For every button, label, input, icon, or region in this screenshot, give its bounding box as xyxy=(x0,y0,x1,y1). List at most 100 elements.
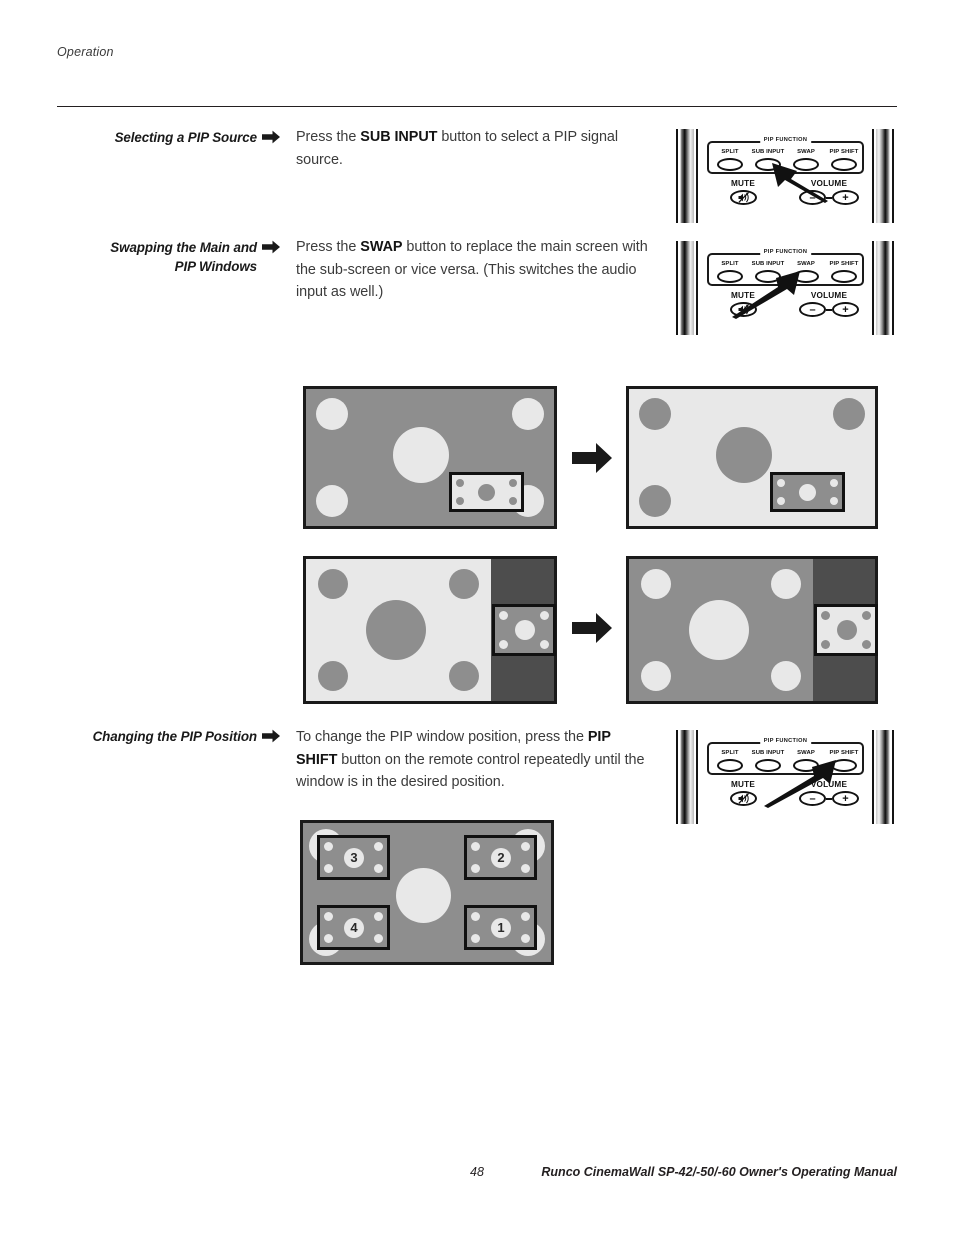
pip-shift-button-oval[interactable] xyxy=(831,269,857,283)
pip-dot-top-left xyxy=(456,479,464,487)
flow-arrow-row-1-icon xyxy=(572,443,612,473)
section-3-bullet-arrow-icon xyxy=(262,729,280,743)
screen-dot-bottom-right xyxy=(449,661,479,691)
remote-button-split[interactable]: SPLIT xyxy=(711,261,749,283)
volume-up-button[interactable]: + xyxy=(832,791,859,806)
pip-inset-window xyxy=(449,472,524,512)
mute-button-oval[interactable] xyxy=(729,302,757,317)
split-button-oval[interactable] xyxy=(717,758,743,772)
remote-left-rail xyxy=(680,129,694,223)
section-3-heading: Changing the PIP Position xyxy=(92,729,257,744)
remote-button-pip-shift[interactable]: PIP SHIFT xyxy=(825,261,863,283)
volume-down-button[interactable]: – xyxy=(799,791,826,806)
pip-dot-bottom-left xyxy=(471,864,480,873)
sub-input-button-oval[interactable] xyxy=(755,269,781,283)
pip-dot-top-right xyxy=(830,479,838,487)
remote-control-diagram-swap: PIP FUNCTION SPLIT SUB INPUT SWAP PIP SH… xyxy=(676,241,894,335)
pip-dot-top-right xyxy=(374,912,383,921)
remote-volume-block[interactable]: VOLUME – + xyxy=(794,179,864,205)
remote-face: PIP FUNCTION SPLIT SUB INPUT SWAP PIP SH… xyxy=(702,730,868,824)
remote-button-split[interactable]: SPLIT xyxy=(711,750,749,772)
speaker-mute-icon xyxy=(738,793,749,804)
sub-input-button-oval[interactable] xyxy=(755,758,781,772)
screen-dot-center xyxy=(716,427,772,483)
split-button-oval[interactable] xyxy=(717,269,743,283)
split-illustration-before xyxy=(303,556,557,704)
remote-right-rail xyxy=(876,241,890,335)
remote-button-sub-input[interactable]: SUB INPUT xyxy=(749,750,787,772)
pip-dot-top-right xyxy=(509,479,517,487)
section-1-heading: Selecting a PIP Source xyxy=(114,130,258,145)
volume-down-button[interactable]: – xyxy=(799,190,826,205)
pip-position-window-1[interactable]: 1 xyxy=(464,905,537,950)
remote-button-sub-input[interactable]: SUB INPUT xyxy=(749,149,787,171)
pip-dot-center xyxy=(837,620,857,640)
screen-dot-top-left xyxy=(318,569,348,599)
pip-dot-top-right xyxy=(862,611,871,620)
pip-dot-top-left xyxy=(324,842,333,851)
remote-control-diagram-pip-shift: PIP FUNCTION SPLIT SUB INPUT SWAP PIP SH… xyxy=(676,730,894,824)
remote-face: PIP FUNCTION SPLIT SUB INPUT SWAP PIP SH… xyxy=(702,241,868,335)
pip-dot-top-left xyxy=(777,479,785,487)
swap-button-oval[interactable] xyxy=(793,758,819,772)
screen-dot-center xyxy=(393,427,449,483)
swap-button-oval[interactable] xyxy=(793,157,819,171)
sub-input-button-oval[interactable] xyxy=(755,157,781,171)
remote-mute-block[interactable]: MUTE xyxy=(720,291,766,317)
remote-left-edge xyxy=(676,730,678,824)
pip-position-illustration: 3 2 4 1 xyxy=(300,820,554,965)
remote-button-pip-shift[interactable]: PIP SHIFT xyxy=(825,750,863,772)
remote-volume-block[interactable]: VOLUME – + xyxy=(794,291,864,317)
remote-left-rail xyxy=(680,241,694,335)
pip-function-group: PIP FUNCTION SPLIT SUB INPUT SWAP PIP SH… xyxy=(707,137,864,174)
pip-dot-top-right xyxy=(374,842,383,851)
pip-dot-bottom-right xyxy=(521,864,530,873)
screen-dot-top-left xyxy=(641,569,671,599)
section-2-heading: Swapping the Main and PIP Windows xyxy=(57,238,257,276)
screen-dot-top-right xyxy=(833,398,865,430)
remote-left-edge xyxy=(676,241,678,335)
volume-up-button[interactable]: + xyxy=(832,190,859,205)
flow-arrow-row-2-icon xyxy=(572,613,612,643)
swap-button-oval[interactable] xyxy=(793,269,819,283)
mute-button-oval[interactable] xyxy=(729,791,757,806)
remote-mute-block[interactable]: MUTE xyxy=(720,780,766,806)
mute-button-oval[interactable] xyxy=(729,190,757,205)
volume-down-button[interactable]: – xyxy=(799,302,826,317)
remote-button-swap[interactable]: SWAP xyxy=(787,261,825,283)
pip-shift-button-oval[interactable] xyxy=(831,157,857,171)
remote-right-edge xyxy=(892,730,894,824)
pip-dot-top-right xyxy=(521,842,530,851)
split-illustration-after xyxy=(626,556,878,704)
remote-right-inner-edge xyxy=(872,730,874,824)
pip-dot-bottom-left xyxy=(499,640,508,649)
screen-dot-bottom-left xyxy=(639,485,671,517)
pip-shift-button-oval[interactable] xyxy=(831,758,857,772)
pip-position-window-2[interactable]: 2 xyxy=(464,835,537,880)
header-divider xyxy=(57,106,897,107)
pip-inset-window xyxy=(492,604,556,656)
split-button-oval[interactable] xyxy=(717,157,743,171)
remote-left-inner-edge xyxy=(696,241,698,335)
remote-button-swap[interactable]: SWAP xyxy=(787,750,825,772)
remote-volume-block[interactable]: VOLUME – + xyxy=(794,780,864,806)
volume-up-button[interactable]: + xyxy=(832,302,859,317)
pip-position-window-3[interactable]: 3 xyxy=(317,835,390,880)
screen-dot-center xyxy=(366,600,426,660)
pip-function-group: PIP FUNCTION SPLIT SUB INPUT SWAP PIP SH… xyxy=(707,249,864,286)
pip-inset-window xyxy=(770,472,845,512)
screen-dot-top-right xyxy=(449,569,479,599)
remote-button-swap[interactable]: SWAP xyxy=(787,149,825,171)
section-1-bullet-arrow-icon xyxy=(262,130,280,144)
pip-dot-top-left xyxy=(499,611,508,620)
remote-button-pip-shift[interactable]: PIP SHIFT xyxy=(825,149,863,171)
remote-button-split[interactable]: SPLIT xyxy=(711,149,749,171)
pip-function-label: PIP FUNCTION xyxy=(759,249,812,255)
remote-mute-block[interactable]: MUTE xyxy=(720,179,766,205)
pip-position-window-4[interactable]: 4 xyxy=(317,905,390,950)
remote-button-sub-input[interactable]: SUB INPUT xyxy=(749,261,787,283)
pip-dot-bottom-right xyxy=(374,934,383,943)
pip-dot-top-left xyxy=(821,611,830,620)
section-2-bullet-arrow-icon xyxy=(262,240,280,254)
pip-dot-top-right xyxy=(540,611,549,620)
